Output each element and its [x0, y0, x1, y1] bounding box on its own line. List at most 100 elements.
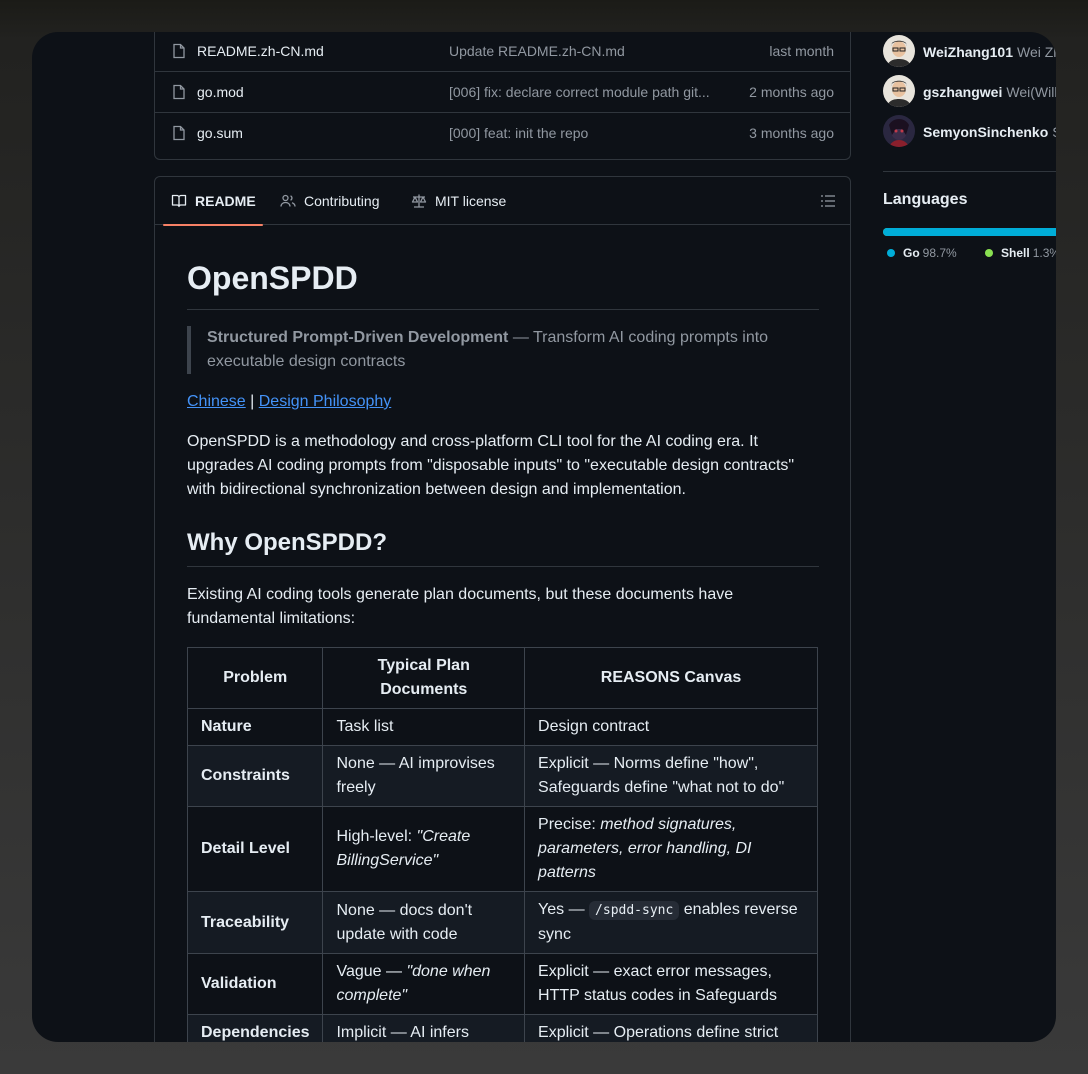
tab-contributing-label: Contributing [304, 193, 380, 209]
tab-readme-label: README [195, 193, 256, 209]
table-row: Validation Vague — "done when complete" Ex… [186, 953, 818, 1015]
people-icon [280, 194, 296, 207]
typical-cell: None — AI improvises freely [322, 745, 526, 807]
typical-cell: Vague — "done when complete" [322, 953, 526, 1015]
canvas-cell: Explicit — exact error messages, HTTP st… [524, 953, 818, 1015]
section-heading-why: Why OpenSPDD? [187, 528, 819, 567]
canvas-text: Explicit — Norms define "how", Safeguard… [538, 755, 785, 796]
problem-cell: Dependencies [186, 1014, 324, 1042]
languages-bar [883, 228, 1056, 236]
canvas-cell: Precise: method signatures, parameters, … [524, 806, 818, 892]
repo-sidebar: WeiZhang101Wei Zh gszhangweiWei(Will Sem… [883, 32, 1056, 332]
contributor-login[interactable]: SemyonSinchenkoS [923, 124, 1056, 140]
commit-message[interactable]: Update README.zh-CN.md [449, 43, 719, 59]
tagline-strong: Structured Prompt-Driven Development [207, 329, 509, 346]
readme-title: OpenSPDD [187, 258, 819, 310]
contributor-login[interactable]: gszhangwei Wei(Will [923, 84, 1056, 100]
commit-date: 2 months ago [749, 84, 834, 100]
typical-text: None — AI improvises freely [336, 755, 495, 796]
table-row: Traceability None — docs don't update wit… [186, 891, 818, 954]
column-header: Problem [186, 647, 324, 709]
avatar[interactable] [883, 75, 915, 107]
login-text: WeiZhang101 [923, 44, 1013, 60]
commit-message[interactable]: [006] fix: declare correct module path g… [449, 84, 719, 100]
table-row: Dependencies Implicit — AI infers Explicit… [186, 1014, 818, 1042]
contributor-item[interactable]: gszhangwei Wei(Will [883, 74, 1056, 108]
column-header: Typical Plan Documents [322, 647, 526, 709]
problem-cell: Detail Level [186, 806, 324, 892]
table-row: Detail Level High-level: "Create BillingS… [186, 806, 818, 892]
contributor-item[interactable]: SemyonSinchenkoS [883, 114, 1056, 148]
contributor-fullname: S [1052, 124, 1056, 140]
canvas-text: Design contract [538, 718, 650, 735]
problem-cell: Nature [186, 708, 324, 746]
typical-text: Vague — [336, 963, 407, 980]
tab-license[interactable]: MIT license [403, 177, 523, 225]
problem-cell: Validation [186, 953, 324, 1015]
language-dot [887, 249, 895, 257]
canvas-cell: Yes — /spdd-sync enables reverse sync [524, 891, 818, 954]
tab-readme[interactable]: README [163, 177, 263, 226]
link-separator: | [245, 393, 259, 410]
file-name[interactable]: README.zh-CN.md [197, 43, 324, 59]
contributor-login[interactable]: WeiZhang101Wei Zh [923, 44, 1056, 60]
book-icon [171, 194, 187, 208]
contributor-fullname: Wei(Will [1006, 84, 1056, 100]
readme-tabs: README Contributing MIT license [155, 177, 850, 226]
language-dot [985, 249, 993, 257]
canvas-text: Explicit — Operations define strict [538, 1024, 779, 1041]
contributor-item[interactable]: WeiZhang101Wei Zh [883, 34, 1056, 68]
readme-panel: README Contributing MIT license OpenSPDD… [154, 176, 851, 1042]
typical-text: Task list [336, 718, 394, 735]
file-name[interactable]: go.mod [197, 84, 244, 100]
language-name: Go [903, 246, 920, 260]
login-text: SemyonSinchenko [923, 124, 1049, 140]
inline-code: /spdd-sync [589, 901, 680, 920]
file-name[interactable]: go.sum [197, 125, 243, 141]
avatar[interactable] [883, 35, 915, 67]
typical-cell: High-level: "Create BillingService" [322, 806, 526, 892]
column-header: REASONS Canvas [524, 647, 818, 709]
table-header-row: Problem Typical Plan Documents REASONS C… [186, 647, 818, 709]
tab-license-label: MIT license [435, 193, 507, 209]
file-row[interactable]: go.sum [000] feat: init the repo 3 month… [155, 112, 850, 153]
file-row[interactable]: README.zh-CN.md Update README.zh-CN.md l… [155, 32, 850, 71]
table-row: Constraints None — AI improvises freely Ex… [186, 745, 818, 807]
file-icon [173, 84, 185, 100]
file-list: README.zh-CN.md Update README.zh-CN.md l… [154, 32, 851, 160]
problem-cell: Constraints [186, 745, 324, 807]
language-links: Chinese | Design Philosophy [187, 390, 819, 414]
commit-date: last month [769, 43, 834, 59]
contributor-fullname: Wei Zh [1017, 44, 1056, 60]
outline-list-icon[interactable] [814, 189, 842, 213]
language-name: Shell [1001, 246, 1030, 260]
file-icon [173, 43, 185, 59]
link-design-philosophy[interactable]: Design Philosophy [259, 393, 392, 410]
typical-text: Implicit — AI infers [336, 1024, 469, 1041]
tab-contributing[interactable]: Contributing [272, 177, 392, 225]
law-icon [411, 194, 427, 208]
readme-content: OpenSPDD Structured Prompt-Driven Develo… [186, 225, 819, 1042]
language-percent: 1.3% [1032, 246, 1056, 260]
browser-window: README.zh-CN.md Update README.zh-CN.md l… [32, 32, 1056, 1042]
problem-cell: Traceability [186, 891, 324, 954]
avatar[interactable] [883, 115, 915, 147]
link-chinese[interactable]: Chinese [187, 393, 246, 410]
canvas-cell: Explicit — Norms define "how", Safeguard… [524, 745, 818, 807]
file-row[interactable]: go.mod [006] fix: declare correct module… [155, 71, 850, 112]
comparison-table: Problem Typical Plan Documents REASONS C… [186, 647, 818, 1042]
sidebar-divider [883, 171, 1056, 172]
file-icon [173, 125, 185, 141]
commit-message[interactable]: [000] feat: init the repo [449, 125, 719, 141]
intro-paragraph: OpenSPDD is a methodology and cross-plat… [187, 433, 795, 498]
language-percent: 98.7% [922, 246, 957, 260]
canvas-cell: Design contract [524, 708, 818, 746]
canvas-text: Yes — [538, 901, 590, 918]
typical-cell: Task list [322, 708, 526, 746]
languages-heading: Languages [883, 191, 968, 208]
language-item-shell[interactable]: Shell1.3% [985, 246, 1056, 260]
typical-cell: None — docs don't update with code [322, 891, 526, 954]
language-item-go[interactable]: Go 98.7% [887, 246, 957, 260]
canvas-text: Precise: [538, 816, 601, 833]
typical-cell: Implicit — AI infers [322, 1014, 526, 1042]
